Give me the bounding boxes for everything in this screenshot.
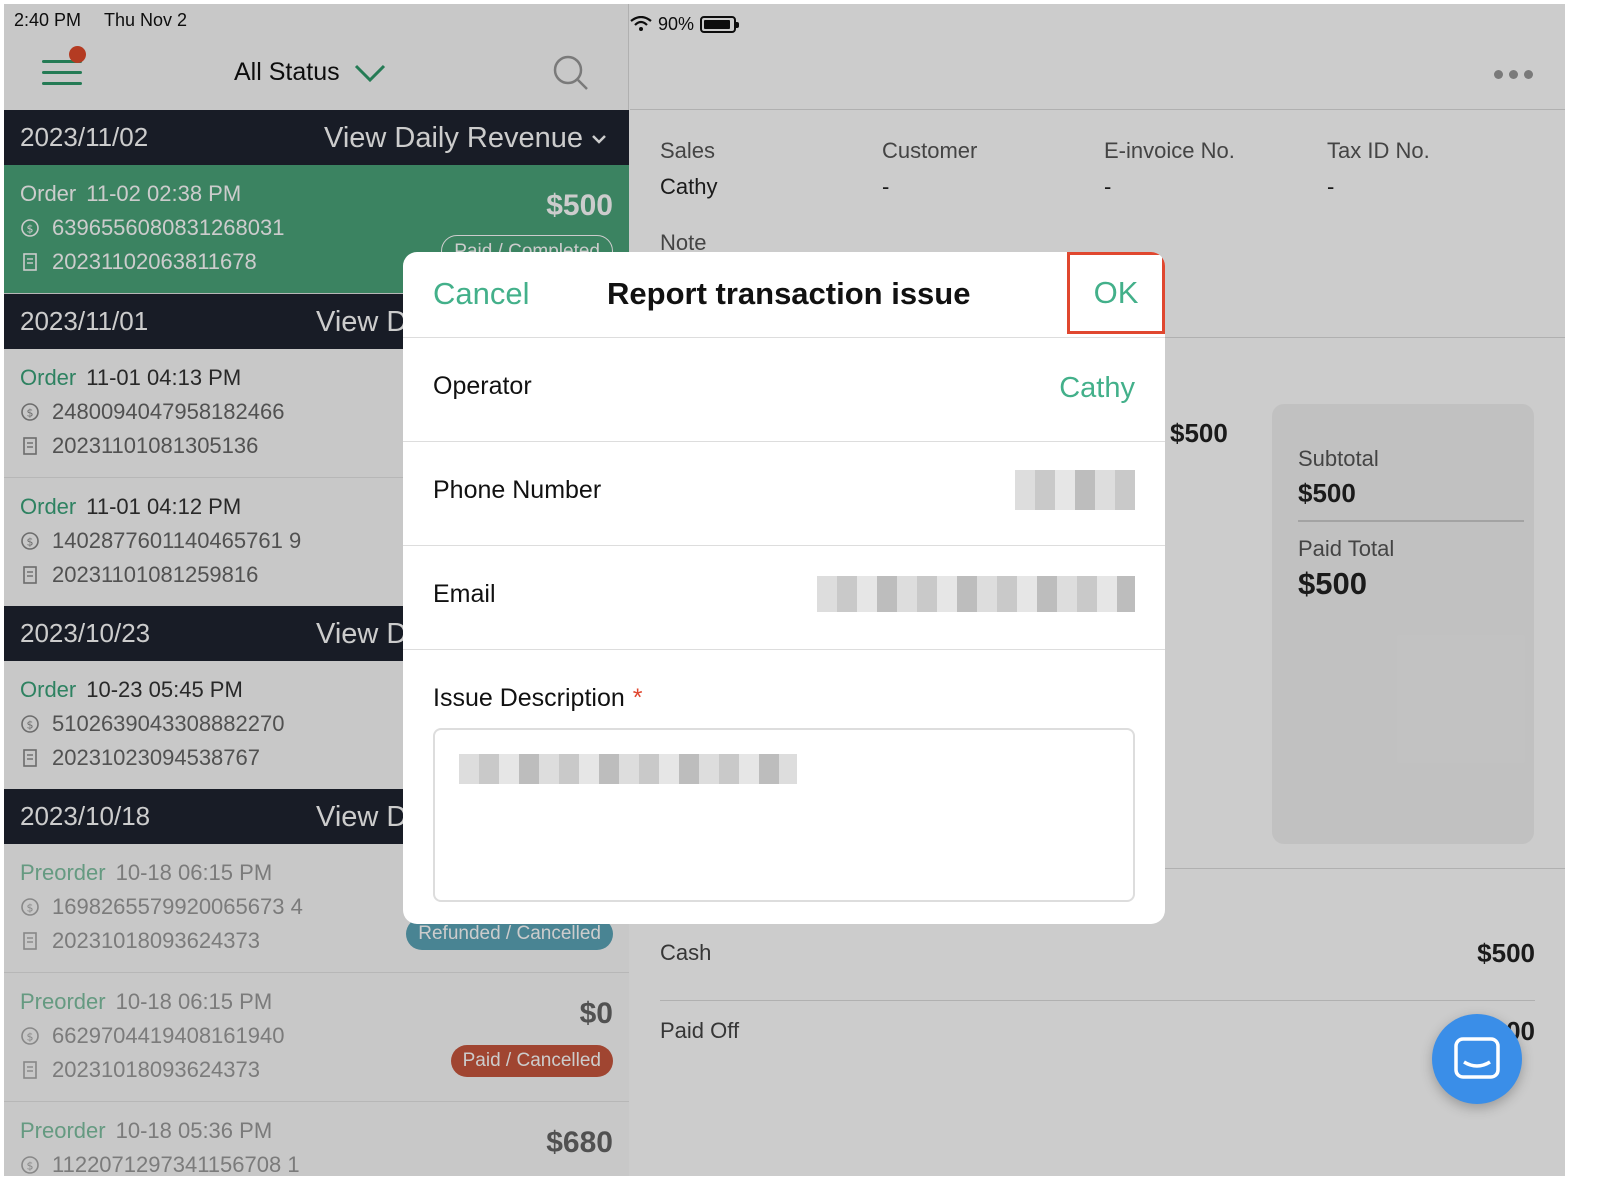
- required-mark: *: [632, 684, 643, 712]
- chat-support-button[interactable]: [1432, 1014, 1522, 1104]
- phone-row: Phone Number: [403, 442, 1165, 546]
- operator-row[interactable]: Operator Cathy: [403, 338, 1165, 442]
- description-text-redacted: [459, 754, 797, 784]
- issue-description-textarea[interactable]: [433, 728, 1135, 902]
- phone-value-redacted[interactable]: [1015, 470, 1135, 510]
- issue-description-label-text: Issue Description: [433, 684, 625, 712]
- app-root: All Status 2023/11/02 View Daily Revenue…: [4, 4, 1565, 1176]
- ok-button[interactable]: OK: [1067, 252, 1165, 334]
- issue-description-label: Issue Description *: [433, 684, 642, 713]
- dialog-title: Report transaction issue: [607, 276, 971, 311]
- dialog-header: Cancel Report transaction issue OK: [403, 252, 1165, 338]
- email-value-redacted[interactable]: [817, 576, 1135, 612]
- email-label: Email: [433, 580, 496, 608]
- email-row: Email: [403, 546, 1165, 650]
- operator-value[interactable]: Cathy: [1059, 372, 1135, 405]
- report-issue-dialog: Cancel Report transaction issue OK Opera…: [403, 252, 1165, 924]
- operator-label: Operator: [433, 372, 532, 400]
- phone-label: Phone Number: [433, 476, 602, 504]
- cancel-button[interactable]: Cancel: [433, 276, 530, 312]
- chat-bubble-icon: [1454, 1037, 1500, 1079]
